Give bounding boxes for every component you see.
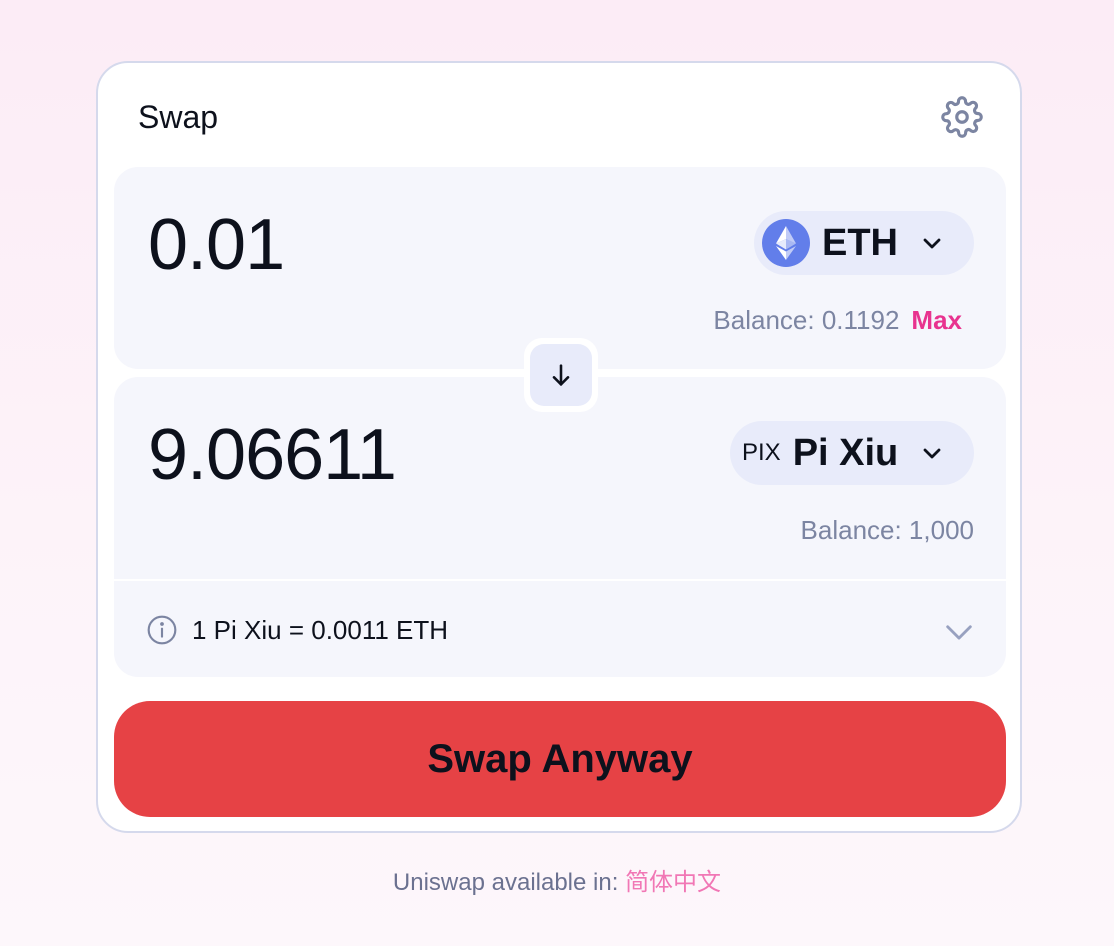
settings-button[interactable] <box>940 95 984 139</box>
input-balance-text: Balance: 0.1192 <box>713 305 900 335</box>
switch-direction-button[interactable] <box>524 338 598 412</box>
exchange-rate-row[interactable]: 1 Pi Xiu = 0.0011 ETH <box>114 581 1006 677</box>
output-token-name: Pi Xiu <box>792 432 899 474</box>
output-balance: Balance: 1,000 <box>800 515 974 545</box>
chevron-down-icon <box>920 441 944 465</box>
chevron-down-icon <box>920 231 944 255</box>
ethereum-logo-icon <box>762 219 810 267</box>
gear-icon <box>941 96 983 138</box>
switch-direction-inner <box>530 344 592 406</box>
exchange-rate-text: 1 Pi Xiu = 0.0011 ETH <box>192 615 449 645</box>
output-panel: PIX Pi Xiu Balance: 1,000 1 Pi Xiu = 0.0… <box>114 377 1006 677</box>
info-icon <box>146 614 178 646</box>
input-token-selector[interactable]: ETH <box>754 211 974 275</box>
output-token-ticker: PIX <box>742 439 781 466</box>
input-amount-field[interactable] <box>148 205 648 285</box>
input-token-symbol: ETH <box>822 222 898 264</box>
language-link[interactable]: 简体中文 <box>625 869 721 896</box>
output-token-selector[interactable]: PIX Pi Xiu <box>730 421 974 485</box>
footer-text: Uniswap available in: <box>392 869 619 896</box>
swap-card: Swap ETH <box>96 61 1022 833</box>
chevron-down-icon[interactable] <box>942 614 976 648</box>
swap-title: Swap <box>138 99 219 135</box>
output-amount-field[interactable] <box>148 415 648 495</box>
footer: Uniswap available in: 简体中文 <box>0 868 1114 898</box>
swap-anyway-button[interactable]: Swap Anyway <box>114 701 1006 817</box>
arrow-down-icon <box>547 361 575 389</box>
max-button[interactable]: Max <box>911 305 962 335</box>
input-balance: Balance: 0.1192 Max <box>713 305 962 335</box>
